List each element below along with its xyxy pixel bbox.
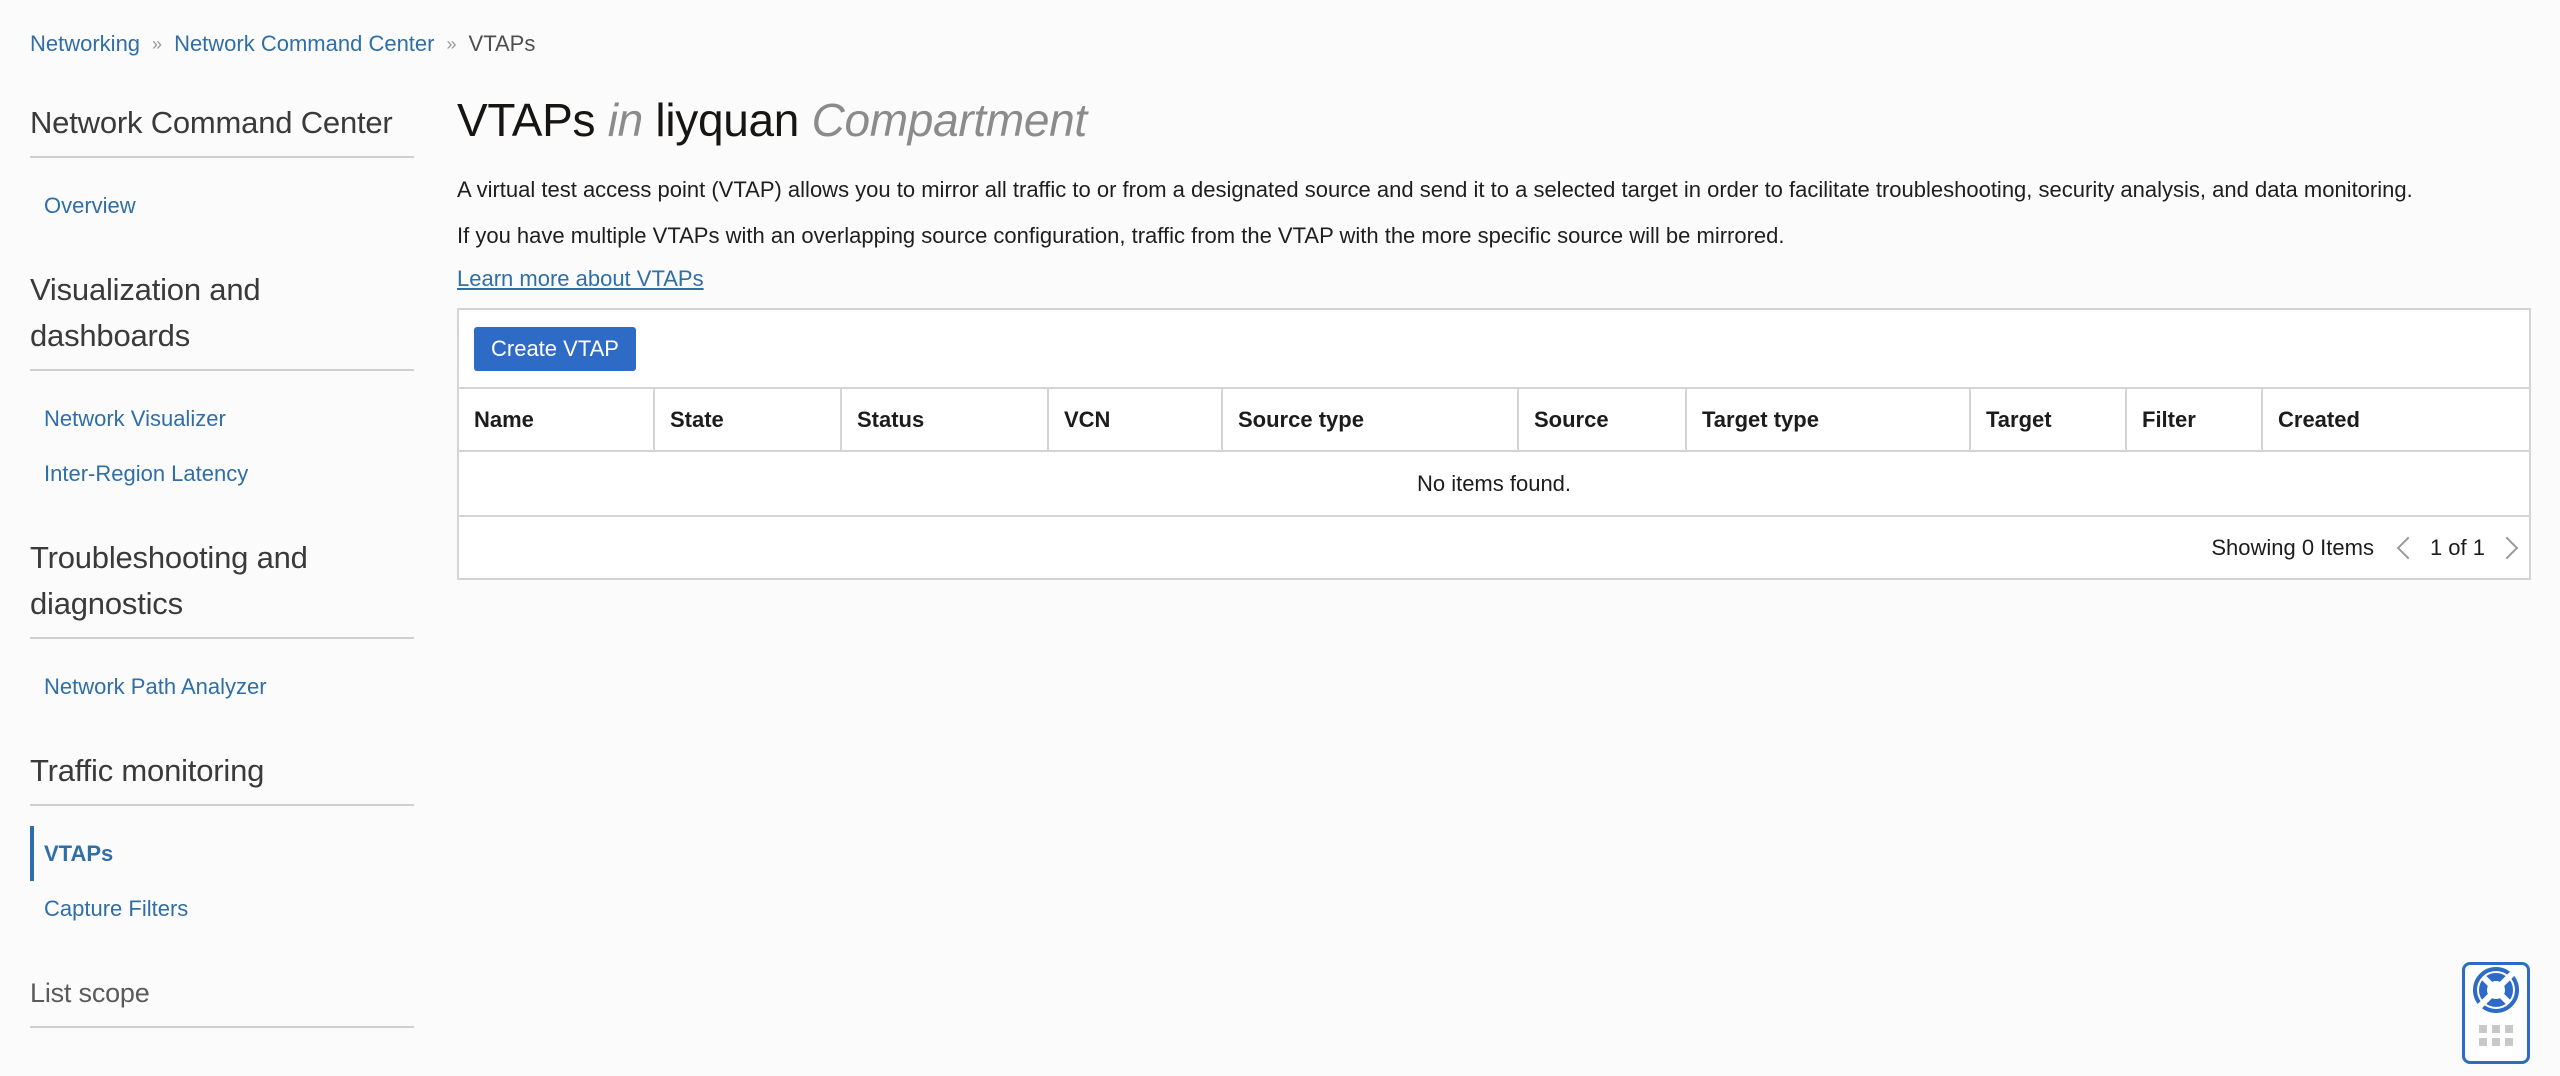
sidebar-section-traffic-monitoring: Traffic monitoring VTAPs Capture Filters: [30, 748, 414, 936]
page-description-1: A virtual test access point (VTAP) allow…: [457, 177, 2413, 202]
divider: [30, 156, 414, 158]
column-header-source[interactable]: Source: [1518, 389, 1687, 452]
column-header-status[interactable]: Status: [841, 389, 1049, 452]
pagination: 1 of 1: [2396, 534, 2519, 561]
page-title: VTAPs in liyquan Compartment: [457, 90, 2529, 150]
column-header-state[interactable]: State: [654, 389, 842, 452]
table-header-row: Name State Status VCN Source type Source…: [459, 389, 2529, 452]
showing-items-count: Showing 0 Items: [2211, 534, 2374, 560]
sidebar-section-network-command-center: Network Command Center Overview: [30, 100, 414, 233]
sidebar-section-title: Traffic monitoring: [30, 753, 265, 788]
page-description-2: If you have multiple VTAPs with an overl…: [457, 223, 1785, 248]
sidebar-section-visualization: Visualization and dashboards Network Vis…: [30, 267, 414, 501]
create-vtap-button[interactable]: Create VTAP: [474, 326, 636, 371]
grid-dots-icon: [2479, 1025, 2513, 1046]
vtaps-table: Name State Status VCN Source type Source…: [459, 389, 2529, 517]
lifebuoy-icon: [2473, 967, 2519, 1013]
sidebar-item-capture-filters[interactable]: Capture Filters: [30, 881, 414, 936]
sidebar-item-vtaps[interactable]: VTAPs: [30, 826, 414, 881]
breadcrumb: Networking » Network Command Center » VT…: [30, 30, 535, 58]
column-header-created[interactable]: Created: [2262, 389, 2529, 452]
divider: [30, 804, 414, 806]
sidebar-section-title: List scope: [30, 978, 150, 1008]
chevron-right-icon[interactable]: [2495, 536, 2519, 559]
learn-more-link[interactable]: Learn more about VTAPs: [457, 266, 704, 292]
column-header-target-type[interactable]: Target type: [1686, 389, 1971, 452]
divider: [30, 637, 414, 639]
vtaps-table-panel: Create VTAP Name State Status VCN Source…: [457, 308, 2531, 580]
sidebar-item-network-visualizer[interactable]: Network Visualizer: [30, 391, 414, 446]
divider: [30, 369, 414, 371]
breadcrumb-separator: »: [446, 34, 457, 54]
column-header-name[interactable]: Name: [459, 389, 655, 452]
column-header-target[interactable]: Target: [1970, 389, 2127, 452]
main-content: VTAPs in liyquan Compartment A virtual t…: [457, 90, 2531, 580]
page-title-in: in: [607, 94, 644, 146]
breadcrumb-separator: »: [152, 34, 163, 54]
sidebar-section-title: Visualization and dashboards: [30, 272, 261, 353]
chevron-left-icon[interactable]: [2396, 536, 2420, 559]
column-header-filter[interactable]: Filter: [2126, 389, 2263, 452]
breadcrumb-network-command-center[interactable]: Network Command Center: [174, 30, 434, 58]
sidebar-section-title: Network Command Center: [30, 105, 393, 140]
breadcrumb-current: VTAPs: [468, 31, 536, 56]
column-header-vcn[interactable]: VCN: [1048, 389, 1223, 452]
sidebar-section-troubleshooting: Troubleshooting and diagnostics Network …: [30, 535, 414, 714]
sidebar-item-network-path-analyzer[interactable]: Network Path Analyzer: [30, 659, 414, 714]
table-empty-row: No items found.: [459, 451, 2529, 517]
sidebar-item-inter-region-latency[interactable]: Inter-Region Latency: [30, 446, 414, 501]
breadcrumb-networking[interactable]: Networking: [30, 30, 140, 58]
table-footer: Showing 0 Items 1 of 1: [459, 517, 2529, 578]
page-title-compartment: Compartment: [811, 94, 1088, 146]
page-title-compartment-name: liyquan: [655, 94, 800, 146]
sidebar-section-list-scope: List scope: [30, 970, 414, 1028]
sidebar: Network Command Center Overview Visualiz…: [30, 100, 414, 1062]
sidebar-item-overview[interactable]: Overview: [30, 178, 414, 233]
column-header-source-type[interactable]: Source type: [1222, 389, 1519, 452]
divider: [30, 1026, 414, 1028]
help-widget[interactable]: [2462, 962, 2530, 1064]
sidebar-section-title: Troubleshooting and diagnostics: [30, 540, 308, 621]
page-title-primary: VTAPs: [457, 94, 596, 146]
table-empty-message: No items found.: [459, 451, 2529, 517]
page-indicator: 1 of 1: [2429, 534, 2485, 560]
table-toolbar: Create VTAP: [459, 310, 2529, 389]
